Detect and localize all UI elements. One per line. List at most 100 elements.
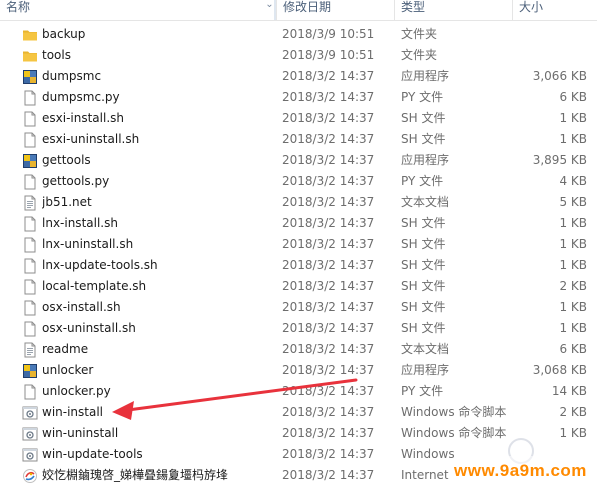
file-name: win-install xyxy=(42,405,104,419)
file-date: 2018/3/2 14:37 xyxy=(282,321,375,335)
file-date: 2018/3/2 14:37 xyxy=(282,111,375,125)
file-icon xyxy=(22,297,38,318)
file-size: 2 KB xyxy=(559,405,587,419)
file-list: backup 2018/3/9 10:51 文件夹 tools 2018/3/9 10:… xyxy=(0,24,597,486)
file-icon xyxy=(22,255,38,276)
file-size: 1 KB xyxy=(559,111,587,125)
file-row[interactable]: lnx-uninstall.sh 2018/3/2 14:37 SH 文件 1 KB xyxy=(0,234,597,255)
file-name: osx-uninstall.sh xyxy=(42,321,136,335)
file-row[interactable]: jb51.net 2018/3/2 14:37 文本文档 5 KB xyxy=(0,192,597,213)
watermark-text: www.9a9m.com xyxy=(454,461,587,480)
application-icon xyxy=(22,150,38,171)
file-row[interactable]: lnx-update-tools.sh 2018/3/2 14:37 SH 文件 1 … xyxy=(0,255,597,276)
file-icon xyxy=(22,276,38,297)
file-row[interactable]: osx-uninstall.sh 2018/3/2 14:37 SH 文件 1 KB xyxy=(0,318,597,339)
file-type: SH 文件 xyxy=(401,216,446,230)
file-date: 2018/3/2 14:37 xyxy=(282,153,375,167)
file-row[interactable]: win-install 2018/3/2 14:37 Windows 命令脚本 2 K… xyxy=(0,402,597,423)
column-header-type[interactable]: 类型 xyxy=(394,0,512,20)
file-type: PY 文件 xyxy=(401,174,444,188)
file-date: 2018/3/2 14:37 xyxy=(282,90,375,104)
application-icon xyxy=(22,360,38,381)
file-row[interactable]: readme 2018/3/2 14:37 文本文档 6 KB xyxy=(0,339,597,360)
file-name: lnx-install.sh xyxy=(42,216,118,230)
file-size: 1 KB xyxy=(559,216,587,230)
file-icon xyxy=(22,381,38,402)
file-name: readme xyxy=(42,342,89,356)
file-name: gettools.py xyxy=(42,174,110,188)
file-size: 3,068 KB xyxy=(532,363,587,377)
file-type: SH 文件 xyxy=(401,321,446,335)
file-row[interactable]: unlocker 2018/3/2 14:37 应用程序 3,068 KB xyxy=(0,360,597,381)
file-size: 6 KB xyxy=(559,90,587,104)
file-size: 1 KB xyxy=(559,237,587,251)
folder-icon xyxy=(22,24,38,45)
file-name: esxi-uninstall.sh xyxy=(42,132,140,146)
file-date: 2018/3/2 14:37 xyxy=(282,384,375,398)
file-size: 4 KB xyxy=(559,174,587,188)
text-file-icon xyxy=(22,339,38,360)
file-row[interactable]: local-template.sh 2018/3/2 14:37 SH 文件 2 KB xyxy=(0,276,597,297)
file-type: 文件夹 xyxy=(401,48,438,62)
chevron-down-icon[interactable]: ⌄ xyxy=(263,0,276,12)
file-row[interactable]: win-uninstall 2018/3/2 14:37 Windows 命令脚本 1… xyxy=(0,423,597,444)
file-row[interactable]: tools 2018/3/9 10:51 文件夹 xyxy=(0,45,597,66)
file-row[interactable]: dumpsmc.py 2018/3/2 14:37 PY 文件 6 KB xyxy=(0,87,597,108)
file-date: 2018/3/2 14:37 xyxy=(282,174,375,188)
file-row[interactable]: esxi-uninstall.sh 2018/3/2 14:37 SH 文件 1 KB xyxy=(0,129,597,150)
file-type: PY 文件 xyxy=(401,90,444,104)
file-row[interactable]: gettools.py 2018/3/2 14:37 PY 文件 4 KB xyxy=(0,171,597,192)
file-size: 14 KB xyxy=(551,384,587,398)
file-name: win-update-tools xyxy=(42,447,143,461)
file-row[interactable]: unlocker.py 2018/3/2 14:37 PY 文件 14 KB xyxy=(0,381,597,402)
file-size xyxy=(512,24,587,45)
file-date: 2018/3/9 10:51 xyxy=(282,27,375,41)
file-row[interactable]: gettools 2018/3/2 14:37 应用程序 3,895 KB xyxy=(0,150,597,171)
file-date: 2018/3/2 14:37 xyxy=(282,237,375,251)
file-type: Windows 命令脚本 xyxy=(401,426,507,440)
script-icon xyxy=(22,402,38,423)
file-date: 2018/3/2 14:37 xyxy=(282,447,375,461)
file-type: SH 文件 xyxy=(401,111,446,125)
script-icon xyxy=(22,444,38,465)
file-type: 文本文档 xyxy=(401,195,450,209)
file-icon xyxy=(22,108,38,129)
file-icon xyxy=(22,318,38,339)
file-icon xyxy=(22,234,38,255)
file-size: 3,895 KB xyxy=(532,153,587,167)
file-row[interactable]: lnx-install.sh 2018/3/2 14:37 SH 文件 1 KB xyxy=(0,213,597,234)
file-size: 2 KB xyxy=(559,279,587,293)
file-size: 5 KB xyxy=(559,195,587,209)
file-date: 2018/3/2 14:37 xyxy=(282,468,375,482)
file-name: gettools xyxy=(42,153,91,167)
file-icon xyxy=(22,213,38,234)
file-row[interactable]: backup 2018/3/9 10:51 文件夹 xyxy=(0,24,597,45)
file-name: unlocker xyxy=(42,363,94,377)
file-date: 2018/3/2 14:37 xyxy=(282,405,375,419)
column-header-name[interactable]: 名称 xyxy=(0,0,276,20)
column-header-date[interactable]: 修改日期 xyxy=(276,0,394,20)
file-name: esxi-install.sh xyxy=(42,111,124,125)
file-icon xyxy=(22,87,38,108)
file-type: PY 文件 xyxy=(401,384,444,398)
file-date: 2018/3/2 14:37 xyxy=(282,363,375,377)
file-date: 2018/3/2 14:37 xyxy=(282,300,375,314)
file-row[interactable]: osx-install.sh 2018/3/2 14:37 SH 文件 1 KB xyxy=(0,297,597,318)
file-row[interactable]: dumpsmc 2018/3/2 14:37 应用程序 3,066 KB xyxy=(0,66,597,87)
file-size: 1 KB xyxy=(559,321,587,335)
file-name: local-template.sh xyxy=(42,279,147,293)
file-size: 1 KB xyxy=(559,258,587,272)
file-date: 2018/3/2 14:37 xyxy=(282,132,375,146)
file-name: jb51.net xyxy=(42,195,92,209)
script-icon xyxy=(22,423,38,444)
file-name: 姣忔棩鏀瑰啓_娣樺疂鍚夐壃杩斿埄 xyxy=(42,468,229,482)
file-name: lnx-update-tools.sh xyxy=(42,258,158,272)
file-date: 2018/3/2 14:37 xyxy=(282,216,375,230)
column-header-size[interactable]: 大小 xyxy=(512,0,597,20)
file-type: SH 文件 xyxy=(401,132,446,146)
file-row[interactable]: esxi-install.sh 2018/3/2 14:37 SH 文件 1 KB xyxy=(0,108,597,129)
file-date: 2018/3/2 14:37 xyxy=(282,342,375,356)
file-size: 1 KB xyxy=(559,300,587,314)
file-date: 2018/3/2 14:37 xyxy=(282,426,375,440)
file-name: win-uninstall xyxy=(42,426,119,440)
